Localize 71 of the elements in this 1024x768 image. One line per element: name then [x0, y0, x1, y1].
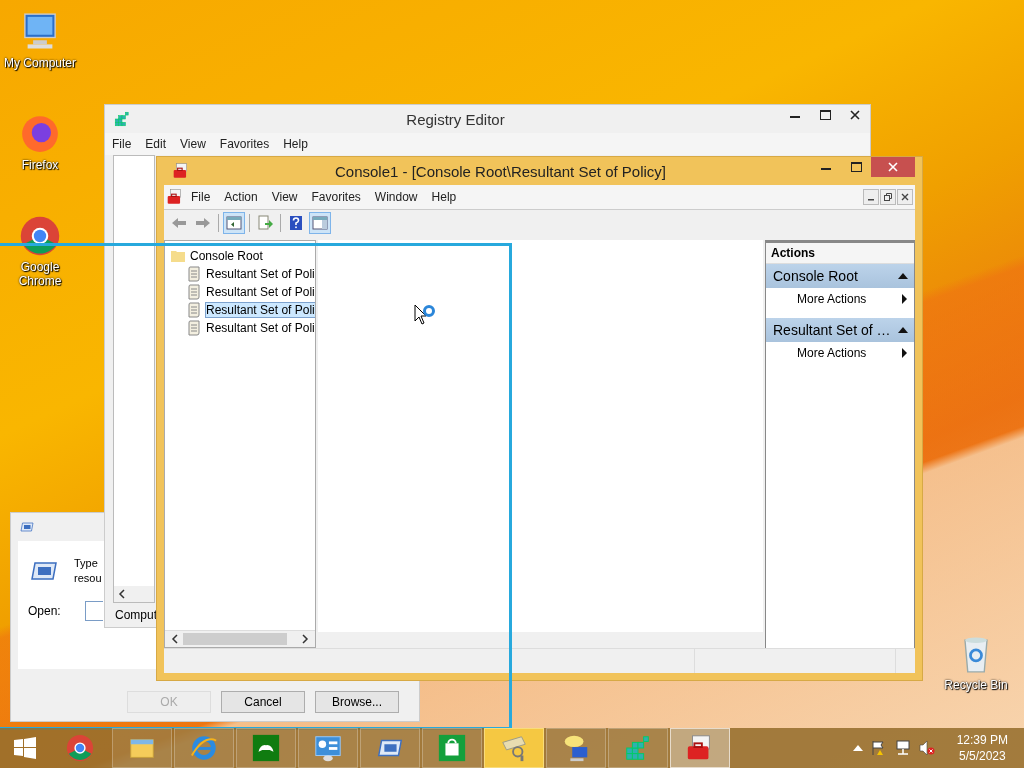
scroll-right-icon[interactable] [301, 634, 309, 644]
scroll-document-icon [187, 284, 201, 300]
status-bar-text: Comput [115, 608, 158, 622]
folder-icon [171, 250, 185, 262]
taskbar-button[interactable] [484, 728, 544, 768]
dialog-button[interactable]: Browse... [315, 691, 399, 713]
menu-item[interactable]: Help [276, 137, 315, 151]
maximize-icon [850, 162, 862, 172]
scroll-document-icon [187, 302, 201, 318]
export-icon [257, 215, 273, 231]
scroll-document-icon [187, 320, 201, 336]
store-icon [437, 733, 467, 763]
actions-pane-header: Actions [766, 243, 914, 264]
ie-icon [189, 733, 219, 763]
dialog-button[interactable]: Cancel [221, 691, 305, 713]
window-title: Registry Editor [405, 110, 506, 128]
back-icon [171, 215, 187, 231]
scroll-left-icon[interactable] [171, 634, 179, 644]
open-label: Open: [28, 604, 61, 618]
tree-item[interactable]: Resultant Set of Poli [165, 265, 315, 283]
windows-logo-icon [14, 737, 36, 759]
flag-icon[interactable] [870, 740, 887, 756]
tree-item[interactable]: Resultant Set of Poli [165, 319, 315, 337]
action-item[interactable]: More Actions [766, 288, 914, 310]
maximize-icon [819, 110, 831, 120]
menu-item[interactable]: Help [424, 190, 464, 204]
muted-speaker-icon[interactable] [918, 740, 935, 756]
minimize-button[interactable] [863, 189, 879, 205]
tree-toolbar-button[interactable] [223, 212, 245, 234]
action-section-header[interactable]: Console Root [766, 264, 914, 288]
menu-item[interactable]: File [105, 137, 139, 151]
prompt-text: Type [74, 556, 99, 571]
forward-icon [195, 215, 211, 231]
submenu-arrow-icon [902, 348, 907, 358]
submenu-arrow-icon [902, 294, 907, 304]
action-item[interactable]: More Actions [766, 342, 914, 364]
chrome-icon [65, 733, 95, 763]
menu-item[interactable]: Window [367, 190, 425, 204]
prompt-text: resou [74, 571, 102, 586]
window-title: Console1 - [Console Root\Resultant Set of Policy] [334, 162, 667, 180]
menu-item[interactable]: Favorites [212, 137, 277, 151]
actionpane-toolbar-button[interactable] [309, 212, 331, 234]
show-hidden-icons-icon[interactable] [852, 745, 863, 751]
scrollbar-thumb[interactable] [183, 633, 287, 645]
menu-item[interactable]: Action [217, 190, 265, 204]
controlpanel-icon [313, 733, 343, 763]
clock-time[interactable]: 12:39 PM [956, 732, 1008, 748]
help-icon [288, 215, 304, 231]
menu-item[interactable]: Edit [138, 137, 174, 151]
close-icon [888, 162, 898, 172]
clock-date[interactable]: 5/5/2023 [958, 748, 1006, 764]
chrome-desktop-icon [18, 214, 62, 258]
scroll-left-icon[interactable] [118, 589, 126, 599]
tree-item[interactable]: Resultant Set of Poli [165, 283, 315, 301]
restore-button[interactable] [880, 189, 896, 205]
menu-item[interactable]: View [264, 190, 305, 204]
collapse-icon [898, 327, 908, 333]
menu-item[interactable]: Favorites [304, 190, 368, 204]
close-icon [850, 110, 860, 120]
open-input-field[interactable] [84, 601, 103, 621]
action-section-header[interactable]: Resultant Set of … [766, 318, 914, 342]
scroll-document-icon [187, 266, 201, 282]
menu-item[interactable]: View [173, 137, 213, 151]
tree-item[interactable]: Console Root [165, 247, 315, 265]
close-button[interactable] [897, 189, 913, 205]
games-icon [251, 733, 281, 763]
menu-item[interactable]: File [184, 190, 218, 204]
busy-cursor-icon [414, 304, 438, 328]
close-icon [901, 193, 909, 201]
restore-icon [884, 193, 892, 201]
collapse-icon [898, 273, 908, 279]
